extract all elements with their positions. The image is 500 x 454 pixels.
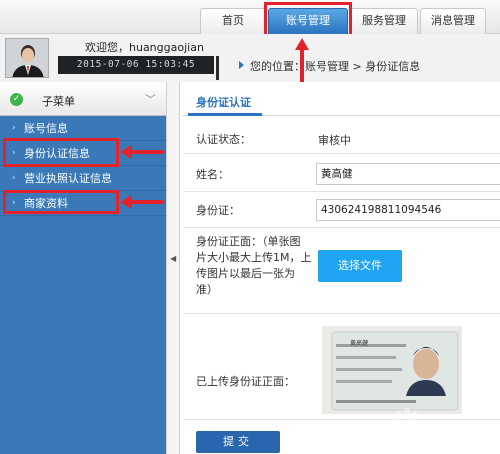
avatar[interactable]: [5, 38, 49, 78]
annotation-arrow-up-icon: [295, 38, 309, 88]
sidebar-item-business-license[interactable]: › 营业执照认证信息: [0, 166, 166, 191]
tab-home[interactable]: 首页: [200, 8, 266, 34]
sidebar-collapse-handle[interactable]: ◀: [166, 82, 180, 454]
sidebar-header[interactable]: ✓ 子菜单 ﹀: [0, 82, 166, 116]
watermark-paw-icon: [396, 408, 489, 437]
highlight-box-identity-item: [3, 138, 119, 167]
upload-instruction-line: 片大小最大上传1M，上: [196, 251, 312, 264]
chevron-right-icon: ›: [12, 173, 16, 183]
upload-instruction-line: 准）: [196, 283, 218, 296]
section-title: 身份证认证: [196, 96, 251, 109]
upload-row: 身份证正面：（单张图 片大小最大上传1M，上 传图片以最后一张为 准） 选择文件: [184, 230, 500, 314]
welcome-text: 欢迎您，huanggaojian: [85, 41, 204, 54]
breadcrumb: 您的位置：账号管理 > 身份证信息: [250, 60, 421, 73]
annotation-arrow-left-icon: [120, 145, 164, 159]
check-circle-icon: ✓: [10, 93, 23, 106]
upload-instruction-line: 身份证正面：（单张图: [196, 235, 301, 248]
name-field[interactable]: 黄高健: [316, 163, 500, 185]
chevron-down-icon[interactable]: ﹀: [145, 91, 156, 107]
id-row: 身份证： 430624198811094546: [184, 194, 500, 228]
collapse-arrow-icon: ◀: [170, 254, 177, 263]
sidebar-title: 子菜单: [42, 95, 75, 108]
header-divider: [216, 56, 219, 80]
main-content: 身份证认证 认证状态： 审核中 姓名： 黄高健 身份证： 43062419881…: [182, 82, 500, 454]
submit-button[interactable]: 提交: [196, 431, 280, 453]
name-row: 姓名： 黄高健: [184, 158, 500, 192]
id-label: 身份证：: [196, 204, 240, 217]
datetime-display: 2015-07-06 15:03:45: [58, 56, 214, 74]
tab-message-management[interactable]: 消息管理: [420, 8, 486, 34]
status-row: 认证状态： 审核中: [184, 124, 500, 154]
sidebar-item-label: 营业执照认证信息: [24, 172, 112, 185]
breadcrumb-arrow-icon: [239, 61, 244, 69]
upload-instruction: 身份证正面：（单张图 片大小最大上传1M，上 传图片以最后一张为 准）: [196, 234, 314, 298]
uploaded-label: 已上传身份证正面：: [196, 375, 295, 388]
upload-instruction-line: 传图片以最后一张为: [196, 267, 295, 280]
highlight-box-merchant-item: [3, 190, 119, 214]
tab-service-management[interactable]: 服务管理: [350, 8, 418, 34]
annotation-arrow-left-icon: [120, 195, 164, 209]
status-label: 认证状态：: [196, 133, 251, 146]
user-avatar-icon: [6, 39, 48, 77]
status-value: 审核中: [318, 134, 351, 147]
user-header: 欢迎您，huanggaojian 2015-07-06 15:03:45 您的位…: [0, 34, 500, 82]
choose-file-button[interactable]: 选择文件: [318, 250, 402, 282]
id-number-field[interactable]: 430624198811094546: [316, 199, 500, 221]
name-label: 姓名：: [196, 168, 229, 181]
section-title-underline: [188, 113, 262, 116]
id-card-name: 黄高健: [350, 340, 369, 347]
top-nav-bar: 首页 账号管理 服务管理 消息管理: [0, 0, 500, 34]
highlight-box-account-tab: [264, 2, 352, 37]
